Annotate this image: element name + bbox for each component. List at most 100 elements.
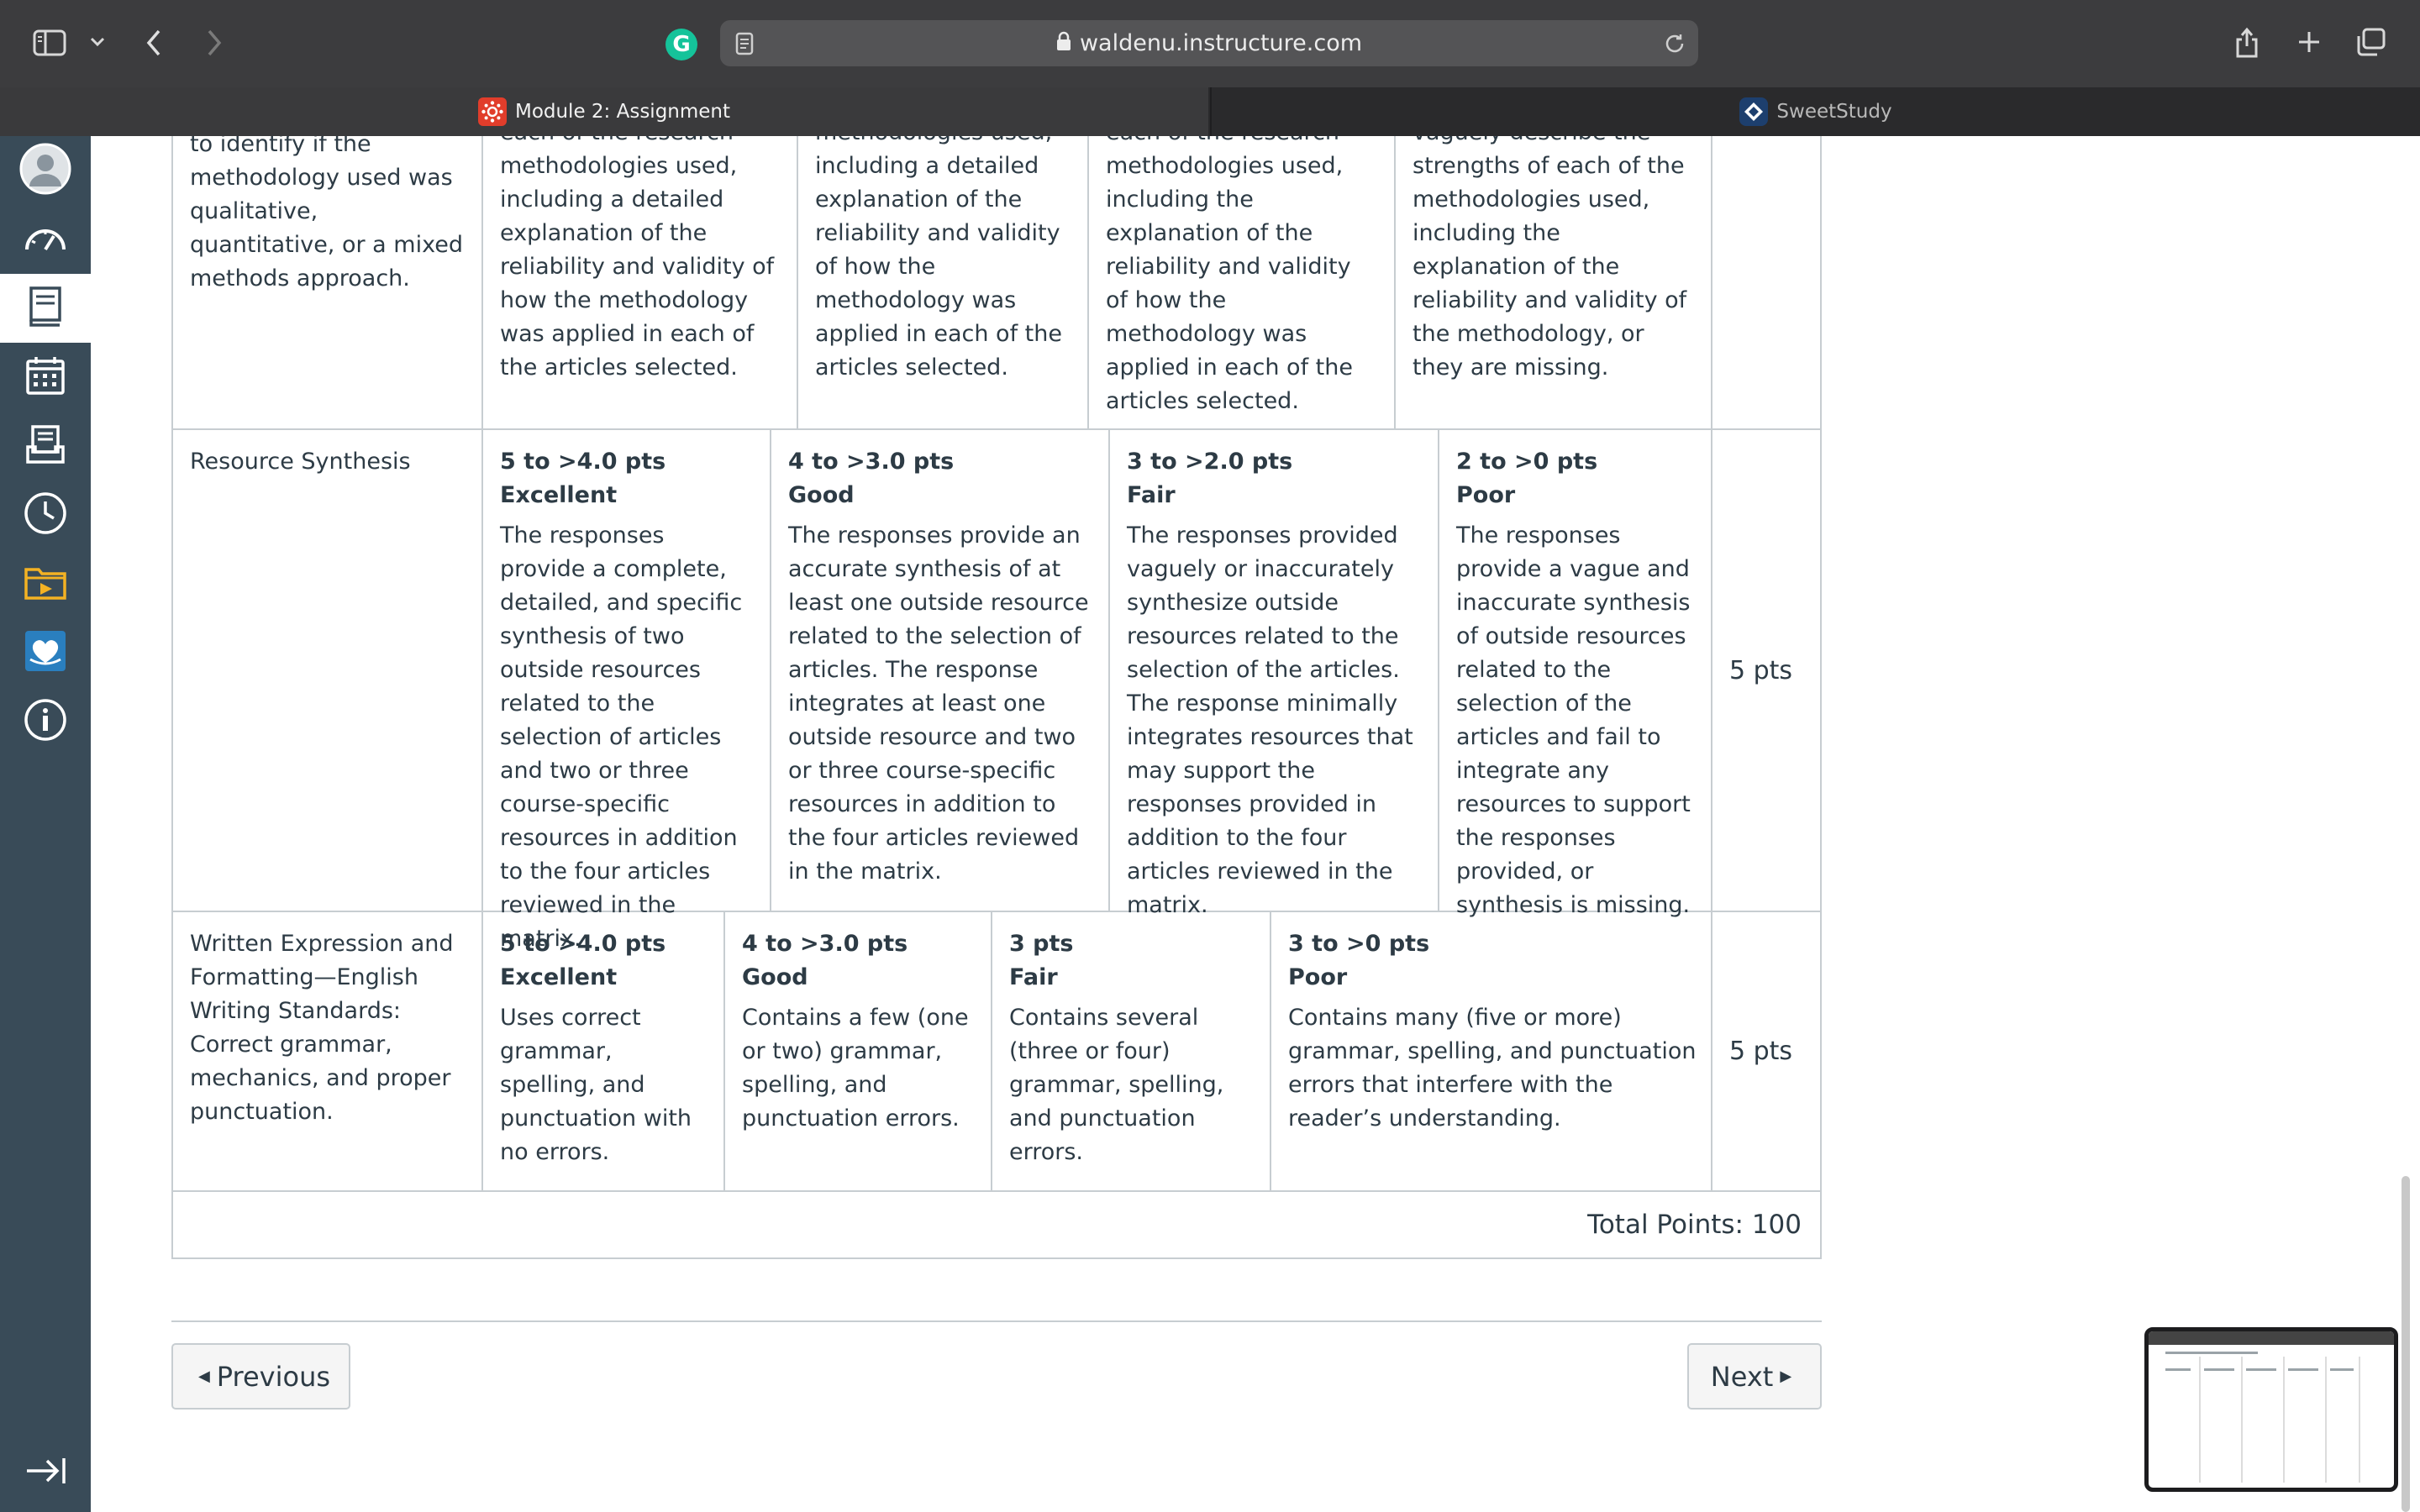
thumbnail-column [2199,1357,2201,1483]
nav-account[interactable] [0,136,91,205]
rating-name: Good [742,964,808,990]
rating-poor: vaguely describe the strengths of each o… [1396,136,1714,428]
rating-points: 3 pts [1009,931,1074,957]
rating-description: each of the research methodologies used,… [500,136,775,381]
thumbnail-text-line [2246,1368,2276,1371]
criterion-points [1711,136,1820,428]
rating-name: Fair [1127,482,1176,508]
thumbnail-text-line [2165,1352,2258,1354]
nav-courses[interactable] [0,274,91,343]
grammarly-icon[interactable]: G [666,29,697,60]
heart-book-icon [24,629,67,676]
rubric-row-written-expression: Written Expression and Formatting—Englis… [173,912,1820,1192]
rating-excellent: each of the research methodologies used,… [483,136,798,428]
rating-cells: 5 to >4.0 pts Excellent Uses correct gra… [483,912,1711,1190]
new-tab-icon[interactable] [2294,27,2324,57]
rating-points: 5 to >4.0 pts [500,931,666,957]
folder-icon [24,563,67,605]
thumbnail-column [2241,1357,2243,1483]
criterion-text: to identify if the methodology used was … [190,136,464,291]
courses-icon [28,286,63,331]
reload-icon[interactable] [1663,32,1686,59]
module-nav-divider [171,1320,1822,1322]
rating-excellent: 5 to >4.0 pts Excellent Uses correct gra… [483,912,725,1190]
rating-cells: each of the research methodologies used,… [483,136,1711,428]
history-icon [24,491,67,538]
criterion-description: Resource Synthesis [173,430,483,911]
rating-good: 4 to >3.0 pts Good Contains a few (one o… [725,912,992,1190]
next-button[interactable]: Next ▶ [1687,1343,1822,1410]
nav-calendar[interactable] [0,343,91,412]
rating-fair: 3 pts Fair Contains several (three or fo… [992,912,1271,1190]
nav-files[interactable] [0,549,91,618]
thumbnail-column [2325,1357,2327,1483]
forward-icon[interactable] [202,25,227,60]
rating-description: Contains several (three or four) grammar… [1009,1005,1224,1165]
rubric-total: Total Points: 100 [173,1192,1820,1257]
rating-cells: 5 to >4.0 pts Excellent The responses pr… [483,430,1711,952]
nav-help[interactable] [0,687,91,756]
sidebar-toggle-icon[interactable] [30,25,69,60]
rating-description: The responses provide a complete, detail… [500,522,743,952]
rating-description: Contains a few (one or two) grammar, spe… [742,1005,969,1131]
sweetstudy-favicon-icon [1739,97,1769,126]
nav-history[interactable] [0,480,91,549]
inbox-icon [25,424,66,468]
rating-poor: 3 to >0 pts Poor Contains many (five or … [1271,912,1714,1190]
rating-description: Contains many (five or more) grammar, sp… [1288,1005,1697,1131]
thumbnail-toolbar [2149,1331,2394,1345]
rating-fair: each of the research methodologies used,… [1089,136,1396,428]
back-icon[interactable] [141,25,166,60]
canvas-favicon-icon [477,97,507,126]
rating-good: 4 to >3.0 pts Good The responses provide… [771,430,1110,911]
nav-mental-health[interactable] [0,618,91,687]
main-content: to identify if the methodology used was … [91,136,2420,1512]
browser-toolbar: G waldenu.instructure.com [0,0,2420,87]
nav-dashboard[interactable] [0,205,91,274]
chevron-down-icon[interactable] [87,32,108,52]
tab-module-assignment[interactable]: Module 2: Assignment [0,87,1208,136]
criterion-points: 5 pts [1711,912,1820,1190]
thumbnail-text-line [2165,1368,2191,1371]
rating-points: 5 to >4.0 pts [500,449,666,475]
screenshot-thumbnail[interactable] [2144,1327,2398,1492]
nav-collapse[interactable] [0,1438,91,1507]
rating-name: Poor [1288,964,1348,990]
collapse-icon [24,1456,67,1489]
share-icon[interactable] [2232,24,2262,60]
url-label: waldenu.instructure.com [1079,30,1363,56]
tab-label: Module 2: Assignment [514,101,731,123]
thumbnail-text-line [2204,1368,2234,1371]
rating-name: Fair [1009,964,1058,990]
dashboard-icon [24,221,67,258]
global-nav [0,136,91,1512]
scrollbar[interactable] [2402,1176,2410,1512]
rubric-row-methodology: to identify if the methodology used was … [173,136,1820,430]
thumbnail-column [2283,1357,2285,1483]
nav-inbox[interactable] [0,412,91,480]
rating-name: Excellent [500,964,618,990]
criterion-points: 5 pts [1711,430,1820,911]
rating-description: methodologies used, including a detailed… [815,136,1062,381]
previous-button[interactable]: ◀ Previous [171,1343,350,1410]
thumbnail-text-line [2330,1368,2354,1371]
tab-sweetstudy[interactable]: SweetStudy [1210,87,2420,136]
tab-overview-icon[interactable] [2354,25,2388,59]
info-icon [24,698,67,745]
address-bar[interactable]: waldenu.instructure.com [720,20,1698,66]
rating-description: The responses provide an accurate synthe… [788,522,1089,885]
rating-description: vaguely describe the strengths of each o… [1413,136,1687,381]
thumbnail-text-line [2288,1368,2318,1371]
rating-description: each of the research methodologies used,… [1106,136,1353,414]
avatar-icon [19,143,71,198]
caret-right-icon: ▶ [1780,1368,1792,1385]
criterion-text: Written Expression and Formatting—Englis… [190,931,454,1125]
rating-name: Excellent [500,482,618,508]
next-label: Next [1710,1360,1774,1393]
rating-points: 3 to >2.0 pts [1127,449,1293,475]
lock-icon [1056,21,1071,67]
rating-points: 2 to >0 pts [1456,449,1598,475]
rating-excellent: 5 to >4.0 pts Excellent The responses pr… [483,430,771,952]
rating-name: Good [788,482,855,508]
points-text: 5 pts [1729,655,1793,685]
